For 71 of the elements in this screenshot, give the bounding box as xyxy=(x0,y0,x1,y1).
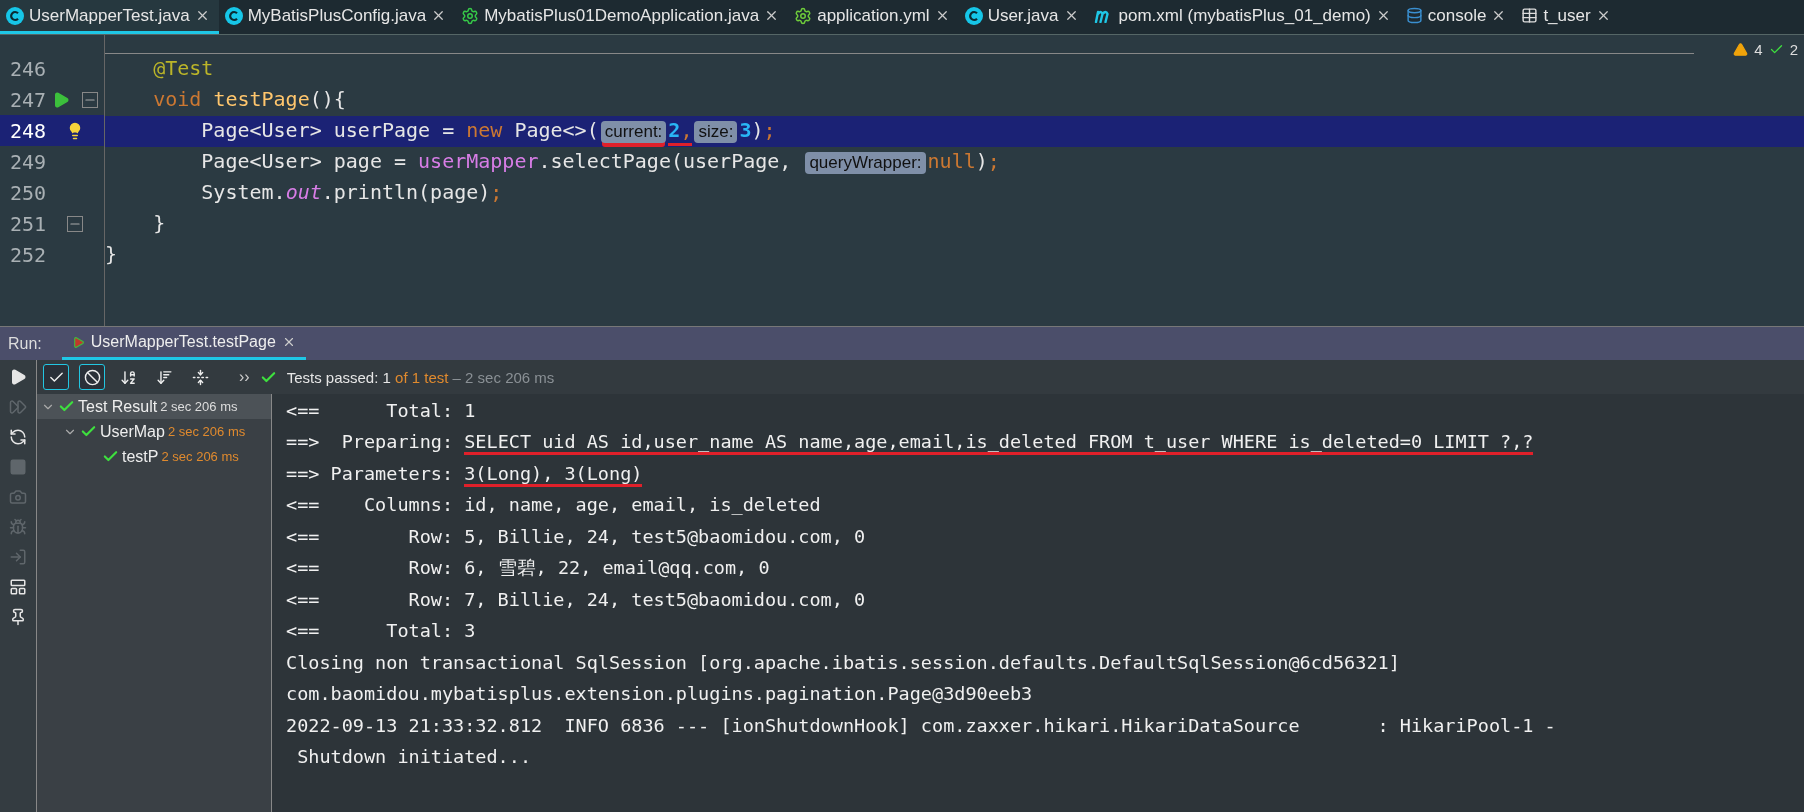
console-line: ==> Preparing: SELECT uid AS id,user_name AS name,age,email,is_deleted FROM t_user WHERE is_deleted=0 LIMIT ?,? xyxy=(286,427,1804,459)
line-number: 249 xyxy=(8,149,46,174)
pin-icon[interactable] xyxy=(9,608,27,626)
run-icon[interactable] xyxy=(52,90,70,109)
editor-tab[interactable]: MybatisPlus01DemoApplication.java xyxy=(455,0,789,34)
warning-icon[interactable] xyxy=(1733,42,1749,57)
fold-icon[interactable] xyxy=(67,215,83,232)
code-line: @Test xyxy=(152,54,215,82)
console-line: <== Row: 7, Billie, 24, test5@baomidou.com, 0 xyxy=(286,587,867,612)
console-line: <== Row: 5, Billie, 24, test5@baomidou.com, 0 xyxy=(286,524,867,549)
sort-icon xyxy=(155,368,173,386)
class-icon xyxy=(964,6,983,25)
tree-item[interactable]: Test Result 2 sec 206 ms xyxy=(37,394,271,419)
ban-icon xyxy=(83,368,101,386)
line-number: 251 xyxy=(8,211,46,236)
test-name: Test Result xyxy=(78,397,158,416)
console-line: 2022-09-13 21:33:32.812 INFO 6836 --- [ionShutdownHook] com.zaxxer.hikari.HikariDataSource : HikariPool-1 - xyxy=(286,713,1557,738)
warning-count: 4 xyxy=(1754,41,1763,58)
line-number: 246 xyxy=(8,56,46,81)
class-icon xyxy=(224,6,243,25)
editor-tab[interactable]: UserMapperTest.java xyxy=(0,0,219,34)
console-line: com.baomidou.mybatisplus.extension.plugins.pagination.Page@3d90eeb3 xyxy=(286,682,1034,707)
toolbar-button[interactable] xyxy=(43,364,69,390)
console-line: <== Total: 1 xyxy=(286,398,477,423)
toolbar-button[interactable] xyxy=(79,364,105,390)
parameter-hint: size: xyxy=(694,120,738,143)
expand-icon xyxy=(191,368,209,386)
code-line: void testPage(){ xyxy=(152,85,347,113)
line-number: 247 xyxy=(8,87,46,112)
editor-tab[interactable]: t_user xyxy=(1515,0,1620,34)
gear-icon xyxy=(461,6,480,25)
test-summary: Tests passed: 1 of 1 test – 2 sec 206 ms xyxy=(286,368,555,386)
line-number: 250 xyxy=(8,180,46,205)
line-number: 248 xyxy=(8,118,46,143)
table-icon xyxy=(1521,7,1539,24)
test-icon xyxy=(71,335,85,349)
test-name: testP xyxy=(122,447,159,466)
sort-alpha-icon xyxy=(119,368,137,386)
class-icon xyxy=(6,6,24,25)
refresh-icon[interactable] xyxy=(9,428,27,446)
console-line: Shutdown initiated... xyxy=(296,745,533,770)
gear-icon xyxy=(794,6,813,25)
console-line: <== Total: 3 xyxy=(286,619,477,644)
run-label: Run: xyxy=(8,334,42,353)
editor-tab[interactable]: pom.xml (mybatisPlus_01_demo) xyxy=(1087,0,1400,34)
more-button[interactable]: ›› xyxy=(239,368,250,386)
editor-tab[interactable]: MyBatisPlusConfig.java xyxy=(218,0,456,34)
code-line: System.out.println(page); xyxy=(200,178,504,206)
console-line: <== Row: 6, 雪碧, 22, email@qq.com, 0 xyxy=(286,556,771,581)
test-duration: 2 sec 206 ms xyxy=(167,424,246,439)
test-duration: 2 sec 206 ms xyxy=(161,449,239,464)
code-line: } xyxy=(152,209,167,237)
editor-tab[interactable]: console xyxy=(1399,0,1516,34)
database-icon xyxy=(1405,7,1423,24)
check-count: 2 xyxy=(1789,41,1798,58)
code-line: } xyxy=(105,240,119,268)
line-number: 252 xyxy=(8,242,46,267)
test-name: UserMap xyxy=(100,422,165,441)
layout-icon[interactable] xyxy=(9,578,27,596)
console-line: ==> Parameters: 3(Long), 3(Long) xyxy=(286,459,1804,491)
console-line: <== Columns: id, name, age, email, is_deleted xyxy=(286,493,822,518)
editor-tab[interactable]: application.yml xyxy=(788,0,959,34)
tree-item[interactable]: testP 2 sec 206 ms xyxy=(37,444,271,469)
test-duration: 2 sec 206 ms xyxy=(160,399,238,414)
parameter-hint: queryWrapper: xyxy=(805,151,926,174)
editor-tab[interactable]: User.java xyxy=(958,0,1088,34)
fold-icon[interactable] xyxy=(82,91,98,108)
code-line: Page<User> page = userMapper.selectPage(userPage, queryWrapper: null); xyxy=(200,147,1001,176)
console-line: Closing non transactional SqlSession [org.apache.ibatis.session.defaults.DefaultSqlSession@6cd56321] xyxy=(286,650,1401,675)
run-icon[interactable] xyxy=(9,368,27,386)
tree-item[interactable]: UserMap 2 sec 206 ms xyxy=(37,419,271,444)
